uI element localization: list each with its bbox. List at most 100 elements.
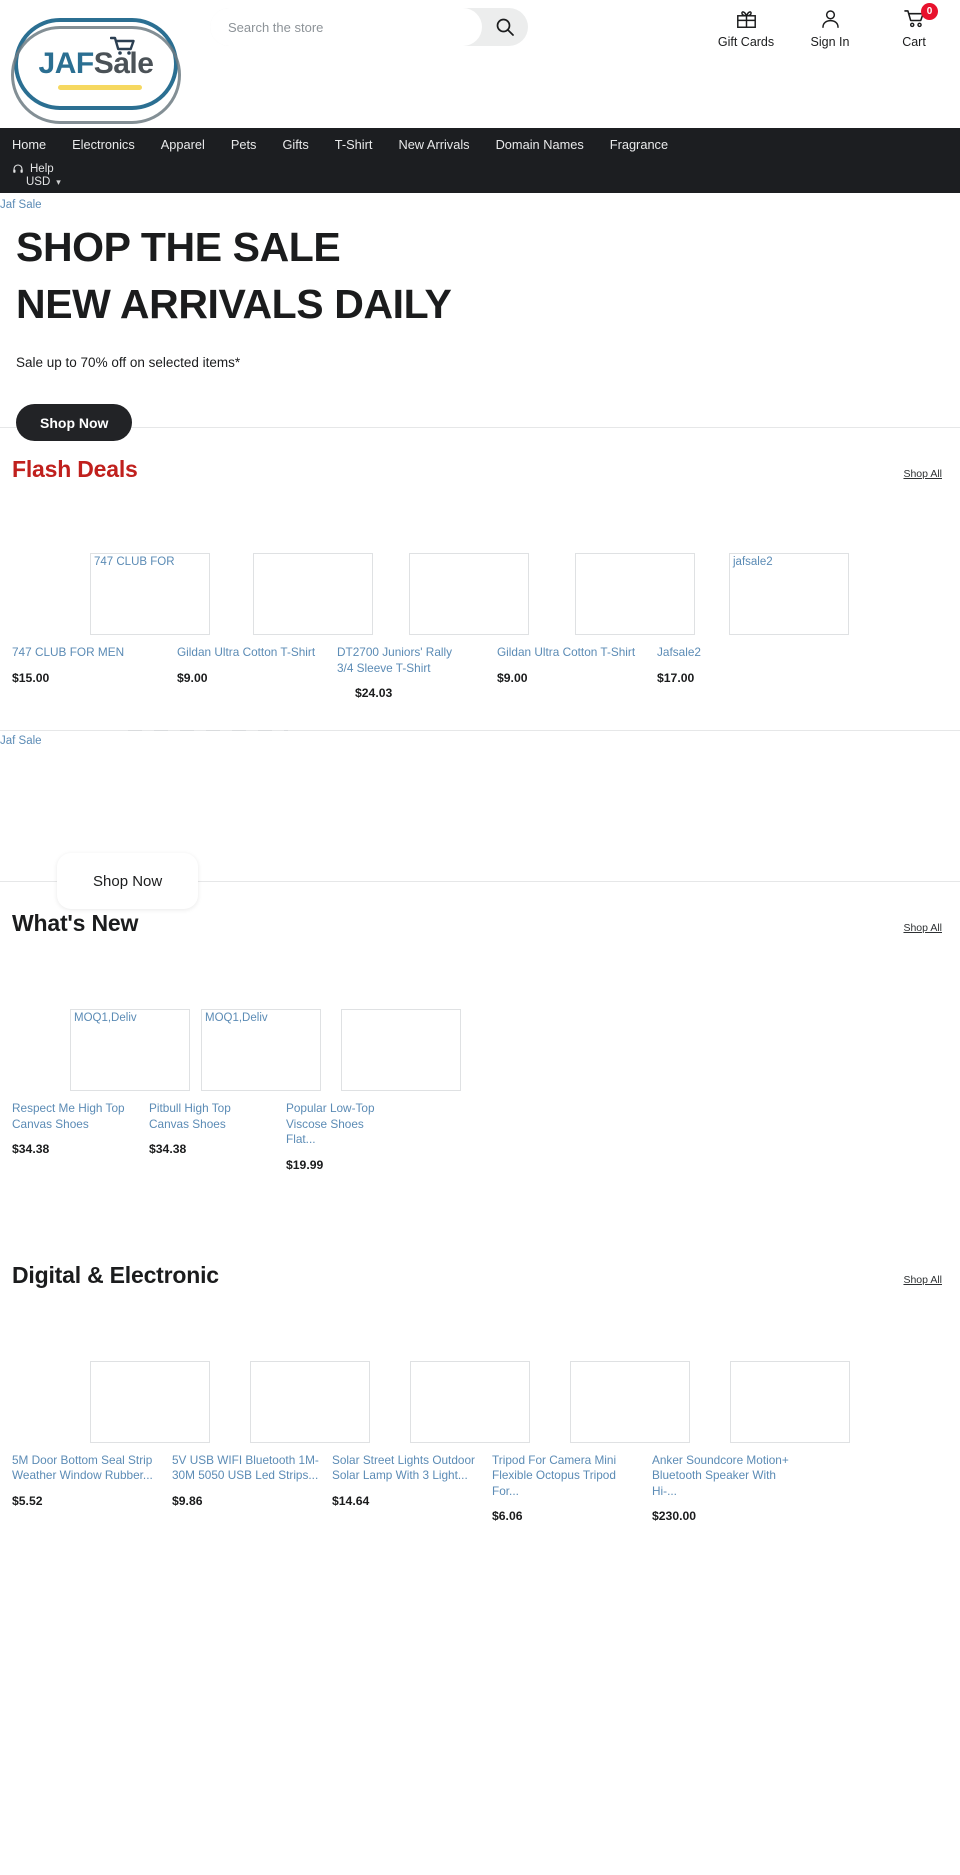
nav-secondary: Help USD ▾ <box>12 162 948 188</box>
help-link[interactable]: Help <box>12 163 948 175</box>
currency-label: USD <box>26 176 51 188</box>
flash-deals-product-row: 747 CLUB FOR 747 CLUB FOR MEN $15.00 Gil… <box>12 483 948 700</box>
product-image <box>730 1360 850 1443</box>
help-label: Help <box>30 163 54 175</box>
nav-item-tshirt[interactable]: T-Shirt <box>335 128 373 162</box>
product-name[interactable]: 5M Door Bottom Seal Strip Weather Window… <box>12 1453 160 1484</box>
digital-electronic-shop-all-link[interactable]: Shop All <box>903 1274 948 1286</box>
product-price: $24.03 <box>355 686 393 700</box>
search-bar[interactable] <box>210 8 528 46</box>
product-price: $9.00 <box>497 670 528 685</box>
product-price: $34.38 <box>149 1142 187 1156</box>
search-input[interactable] <box>210 8 482 46</box>
product-image <box>253 553 373 635</box>
sign-in-label: Sign In <box>810 35 850 49</box>
nav-item-fragrance[interactable]: Fragrance <box>610 128 668 162</box>
hero-subtitle: Sale up to 70% off on selected items* <box>16 355 241 370</box>
nav-item-new-arrivals[interactable]: New Arrivals <box>398 128 469 162</box>
product-price: $6.06 <box>492 1509 523 1523</box>
nav-item-apparel[interactable]: Apparel <box>161 128 205 162</box>
digital-electronic-title: Digital & Electronic <box>12 1261 219 1288</box>
product-name[interactable]: DT2700 Juniors' Rally 3/4 Sleeve T-Shirt <box>337 645 462 676</box>
nav-item-electronics[interactable]: Electronics <box>72 128 135 162</box>
currency-selector[interactable]: USD ▾ <box>12 176 948 188</box>
nav-item-home[interactable]: Home <box>12 128 46 162</box>
product-name[interactable]: Tripod For Camera Mini Flexible Octopus … <box>492 1453 640 1500</box>
chevron-down-icon: ▾ <box>56 176 61 187</box>
product-card[interactable]: 747 CLUB FOR 747 CLUB FOR MEN $15.00 <box>12 553 210 685</box>
site-logo[interactable]: JAFSale <box>0 0 192 128</box>
product-price: $17.00 <box>657 670 695 685</box>
digital-electronic-header: Digital & Electronic Shop All <box>12 1234 948 1289</box>
search-icon <box>496 18 514 36</box>
logo-oval-frame: JAFSale <box>11 18 181 124</box>
nav-item-gifts[interactable]: Gifts <box>282 128 308 162</box>
hero-title-line2: NEW ARRIVALS DAILY <box>16 281 452 327</box>
logo-text: JAFSale <box>39 47 154 81</box>
nav-item-domain-names[interactable]: Domain Names <box>496 128 584 162</box>
product-image <box>570 1360 690 1443</box>
product-image: MOQ1,Deliv <box>201 1009 321 1091</box>
sign-in-button[interactable]: Sign In <box>802 8 858 49</box>
header-actions: Gift Cards Sign In 0 Cart <box>718 3 942 49</box>
product-image <box>90 1360 210 1443</box>
headset-icon <box>13 164 23 173</box>
product-image <box>409 553 529 635</box>
banner-dashed-divider <box>128 730 288 731</box>
cart-count-badge: 0 <box>921 3 938 20</box>
product-image: MOQ1,Deliv <box>70 1009 190 1091</box>
flash-deals-header: Flash Deals Shop All <box>12 428 948 483</box>
site-header: JAFSale Search the store Gift Cards Sign… <box>0 0 960 128</box>
whats-new-product-row: MOQ1,Deliv Respect Me High Top Canvas Sh… <box>12 937 948 1172</box>
product-name[interactable]: Anker Soundcore Motion+ Bluetooth Speake… <box>652 1453 800 1500</box>
mid-promo-banner[interactable]: Jaf Sale Shop Now <box>0 730 960 909</box>
product-name[interactable]: Gildan Ultra Cotton T-Shirt <box>177 645 325 661</box>
product-card[interactable]: 5M Door Bottom Seal Strip Weather Window… <box>12 1360 210 1508</box>
product-name[interactable]: 5V USB WIFI Bluetooth 1M-30M 5050 USB Le… <box>172 1453 320 1484</box>
nav-item-pets[interactable]: Pets <box>231 128 257 162</box>
product-name[interactable]: 747 CLUB FOR MEN <box>12 645 165 661</box>
main-navigation: Home Electronics Apparel Pets Gifts T-Sh… <box>0 128 960 302</box>
hero-title-line1: SHOP THE SALE <box>16 224 341 270</box>
product-name[interactable]: Respect Me High Top Canvas Shoes <box>12 1101 132 1132</box>
hero-banner: Jaf Sale SHOP THE SALE NEW ARRIVALS DAIL… <box>0 193 960 441</box>
whats-new-title: What's New <box>12 910 139 936</box>
product-price: $34.38 <box>12 1142 50 1156</box>
product-image-alt: MOQ1,Deliv <box>205 1012 268 1024</box>
user-icon <box>821 10 839 28</box>
cart-button[interactable]: 0 Cart <box>886 3 942 49</box>
product-price: $230.00 <box>652 1509 697 1523</box>
product-image <box>575 553 695 635</box>
product-image-alt: jafsale2 <box>733 556 773 568</box>
product-name[interactable]: Gildan Ultra Cotton T-Shirt <box>497 645 645 661</box>
product-price: $9.86 <box>172 1493 203 1508</box>
product-image-alt: MOQ1,Deliv <box>74 1012 137 1024</box>
product-price: $9.00 <box>177 670 208 685</box>
product-name[interactable]: Solar Street Lights Outdoor Solar Lamp W… <box>332 1453 480 1484</box>
flash-deals-shop-all-link[interactable]: Shop All <box>903 468 948 480</box>
product-image: 747 CLUB FOR <box>90 553 210 635</box>
product-name[interactable]: Pitbull High Top Canvas Shoes <box>149 1101 271 1132</box>
product-card[interactable]: MOQ1,Deliv Respect Me High Top Canvas Sh… <box>12 1009 190 1156</box>
product-image-alt: 747 CLUB FOR <box>94 556 175 568</box>
nav-links: Home Electronics Apparel Pets Gifts T-Sh… <box>12 128 948 162</box>
product-name[interactable]: Jafsale2 <box>657 645 805 661</box>
logo-underline <box>58 85 142 90</box>
product-image <box>410 1360 530 1443</box>
cart-label: Cart <box>902 35 926 49</box>
search-button[interactable] <box>482 8 528 46</box>
product-price: $14.64 <box>332 1493 370 1508</box>
gift-icon <box>736 11 756 28</box>
product-image <box>250 1360 370 1443</box>
section-digital-electronic: Digital & Electronic Shop All 5M Door Bo… <box>0 1234 960 1524</box>
hero-image-alt: Jaf Sale <box>0 199 42 211</box>
mid-banner-image-alt: Jaf Sale <box>0 735 42 747</box>
product-price: $15.00 <box>12 670 50 685</box>
gift-cards-button[interactable]: Gift Cards <box>718 8 774 49</box>
digital-electronic-product-row: 5M Door Bottom Seal Strip Weather Window… <box>12 1289 948 1523</box>
gift-cards-label: Gift Cards <box>717 35 775 49</box>
product-name[interactable]: Popular Low-Top Viscose Shoes Flat... <box>286 1101 391 1148</box>
whats-new-shop-all-link[interactable]: Shop All <box>903 922 948 934</box>
product-price: $19.99 <box>286 1157 324 1172</box>
